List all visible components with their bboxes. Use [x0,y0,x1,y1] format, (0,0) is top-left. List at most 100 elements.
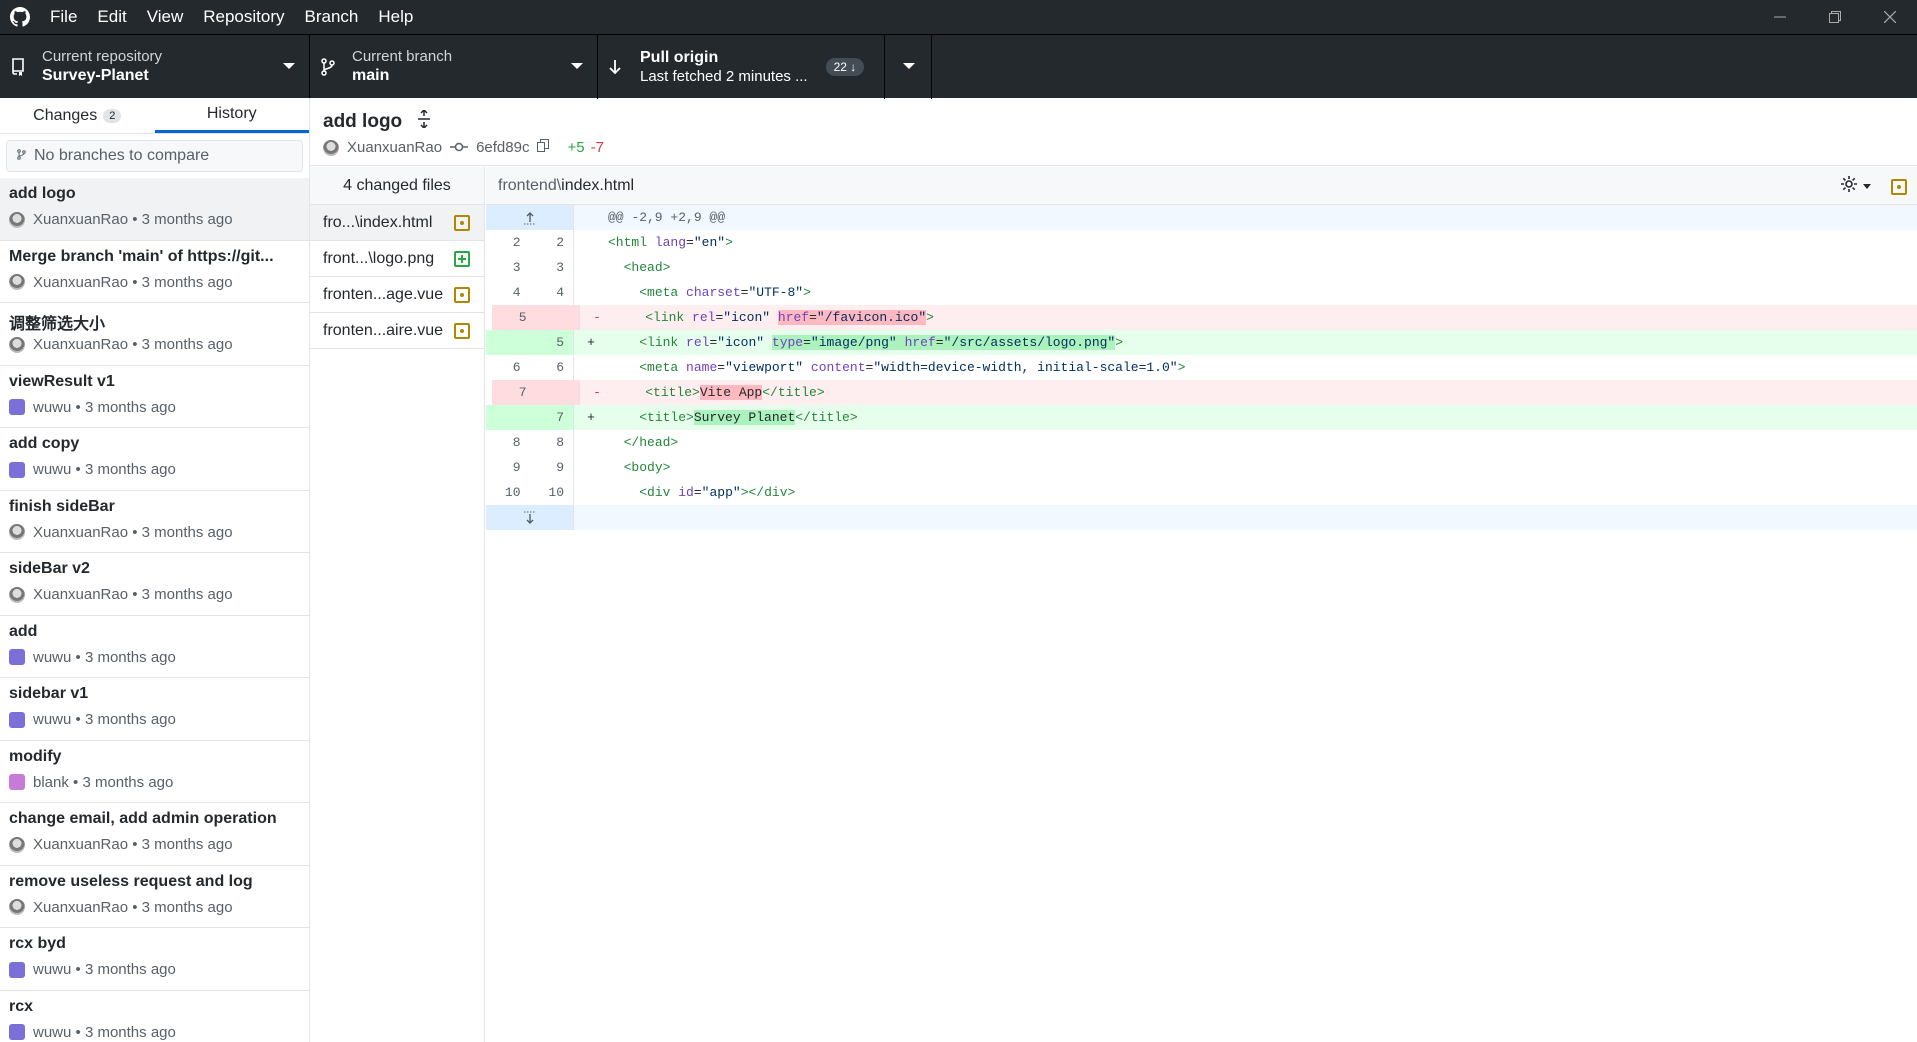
branch-icon [17,149,26,163]
repo-label: Current repository [42,48,163,65]
expand-icon[interactable] [416,108,432,133]
commit-meta: wuwu • 3 months ago [9,1024,300,1041]
commit-message: rcx [9,997,34,1015]
menu-help[interactable]: Help [368,0,423,34]
commit-message: sidebar v1 [9,685,89,702]
commit-author: wuwu [33,648,72,666]
changed-file-item[interactable]: fronten...age.vue [310,277,484,313]
commit-item[interactable]: add copy wuwu • 3 months ago [0,428,309,491]
diff-line[interactable]: 44 <meta charset="UTF-8"> [486,280,1917,305]
bullet-separator: • [128,336,142,353]
file-modified-icon [454,286,470,303]
commit-summary: add logo XuanxuanRao 6efd89c +5 -7 [310,98,1917,166]
commit-item[interactable]: remove useless request and log XuanxuanRa… [0,866,309,928]
commit-item[interactable]: rcx byd wuwu • 3 months ago [0,928,309,991]
diff-line[interactable]: 88 </head> [486,430,1917,455]
commit-meta: XuanxuanRao • 3 months ago [9,836,300,853]
branch-compare-input[interactable]: No branches to compare [6,140,303,172]
gear-icon[interactable] [1840,175,1858,198]
commit-icon [450,139,469,156]
changed-file-item[interactable]: fronten...aire.vue [310,313,484,349]
menu-view[interactable]: View [137,0,194,34]
commit-message: change email, add admin operation [9,810,277,827]
diff-file-name: index.html [561,176,635,194]
bullet-separator: • [68,773,83,791]
arrow-down-icon [608,58,628,76]
diff-line-deleted[interactable]: 5- <link rel="icon" href="/favicon.ico"> [492,305,1917,330]
author-avatar [9,586,25,603]
commit-time: 3 months ago [84,1023,176,1041]
chevron-down-icon [283,63,295,69]
commit-message: modify [9,747,62,765]
commit-item[interactable]: add wuwu • 3 months ago [0,616,309,678]
diff-line-added[interactable]: 5 + <link rel="icon" type="image/png" hre… [486,330,1917,355]
additions-count: +5 [567,139,585,156]
bullet-separator: • [71,711,85,728]
diff-line-added[interactable]: 7 + <title>Survey Planet</title> [486,405,1917,430]
menu-file[interactable]: File [40,0,87,34]
copy-icon[interactable] [537,139,550,156]
commit-item[interactable]: sidebar v1 wuwu • 3 months ago [0,678,309,741]
commit-time: 3 months ago [84,648,176,666]
commit-item[interactable]: finish sideBar XuanxuanRao • 3 months ago [0,491,309,553]
commit-item[interactable]: sideBar v2 XuanxuanRao • 3 months ago [0,553,309,616]
bullet-separator: • [128,836,142,853]
current-branch-button[interactable]: Current branch main [310,35,598,99]
diff-line-deleted[interactable]: 7- <title>Vite App</title> [492,380,1917,405]
restore-icon[interactable] [1807,0,1862,34]
menu-branch[interactable]: Branch [295,0,369,34]
commit-message: remove useless request and log [9,872,253,890]
menu-bar: File Edit View Repository Branch Help [40,0,423,34]
diff-line[interactable]: 99 <body> [486,455,1917,480]
commit-message: add copy [9,435,80,452]
commit-sha[interactable]: 6efd89c [476,139,529,156]
chevron-down-icon[interactable] [1863,184,1871,189]
changed-files-header: 4 changed files [310,167,484,205]
changed-file-item[interactable]: fro...\index.html [310,205,484,241]
diff-line[interactable]: 10 10 <div id="app"></div> [486,480,1917,505]
sidebar-tabs: Changes 2 History [0,98,309,134]
pull-dropdown-button[interactable] [885,35,932,99]
commit-author: XuanxuanRao [33,336,129,353]
commit-meta: wuwu • 3 months ago [9,461,300,478]
commit-time: 3 months ago [141,898,233,916]
commit-author: XuanxuanRao [33,273,129,291]
file-name: fronten...age.vue [323,285,444,303]
commit-item[interactable]: Merge branch 'main' of https://git... Xua… [0,241,309,303]
menu-repository[interactable]: Repository [193,0,294,34]
commit-item[interactable]: add logo XuanxuanRao • 3 months ago [0,178,309,241]
commit-item[interactable]: change email, add admin operation Xuanxua… [0,803,309,866]
commit-meta: XuanxuanRao • 3 months ago [9,274,300,291]
commit-item[interactable]: rcx wuwu • 3 months ago [0,991,309,1042]
tab-history-label: History [206,105,257,122]
window-controls [1752,0,1917,34]
sidebar: Changes 2 History No branches to compare… [0,98,310,1042]
expand-up-icon[interactable] [486,205,574,230]
close-icon[interactable] [1862,0,1917,34]
minimize-icon[interactable] [1752,0,1807,34]
commit-author: XuanxuanRao [33,523,129,541]
file-modified-icon [454,322,470,339]
diff-line[interactable]: 2 2 <html lang="en"> [486,230,1917,255]
changed-file-item[interactable]: front...\logo.png [310,241,484,277]
commit-item[interactable]: 调整筛选大小 XuanxuanRao • 3 months ago [0,303,309,366]
commit-item[interactable]: modify blank • 3 months ago [0,741,309,803]
diff-line[interactable]: 66 <meta name="viewport" content="width=… [486,355,1917,380]
commit-time: 3 months ago [141,523,233,541]
expand-down-icon[interactable] [486,505,574,530]
pull-origin-button[interactable]: Pull origin Last fetched 2 minutes ... 2… [598,35,885,99]
commit-message: rcx byd [9,935,66,952]
author-avatar [9,336,25,353]
author-avatar [9,211,25,228]
diff-line[interactable]: 33 <head> [486,255,1917,280]
commit-item[interactable]: viewResult v1 wuwu • 3 months ago [0,366,309,428]
tab-history[interactable]: History [154,98,309,133]
bullet-separator: • [128,586,142,603]
commit-author: XuanxuanRao [33,836,129,853]
tab-changes[interactable]: Changes 2 [0,98,155,133]
diff-file-dir: frontend\ [498,176,562,194]
current-repository-button[interactable]: Current repository Survey-Planet [0,35,310,99]
commit-author: wuwu [33,1023,72,1041]
commit-author: wuwu [33,398,72,416]
menu-edit[interactable]: Edit [87,0,136,34]
